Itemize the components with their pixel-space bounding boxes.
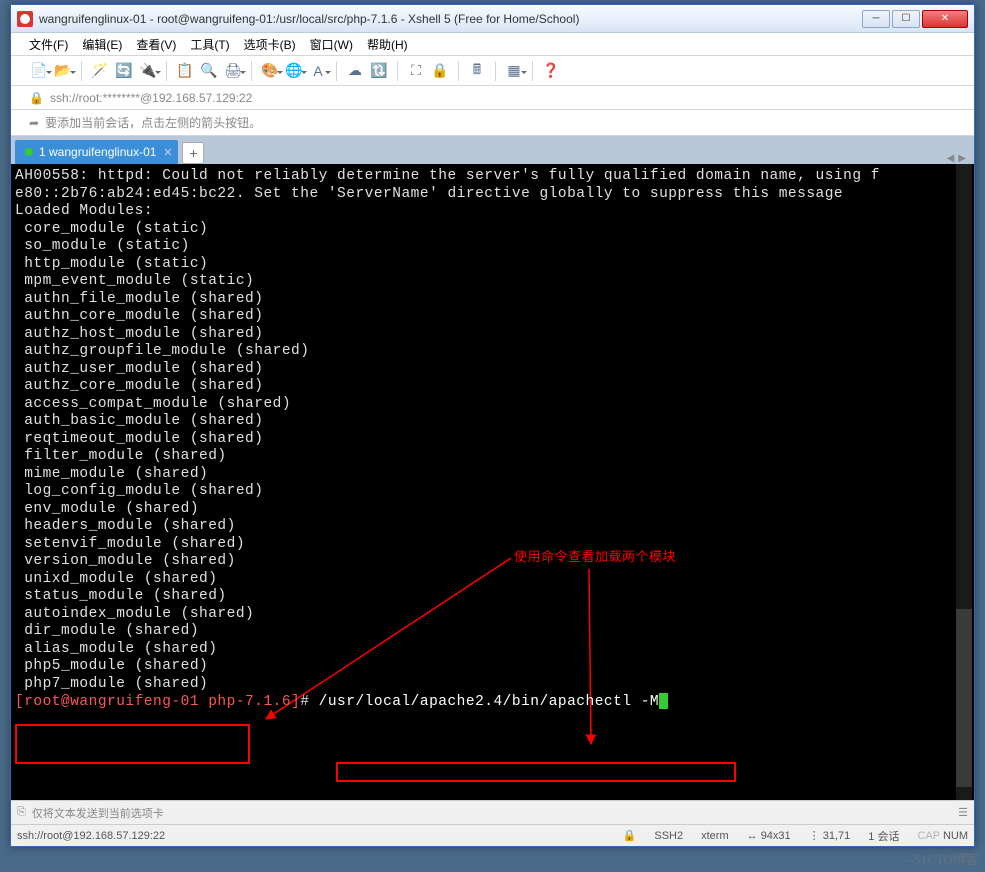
search-icon[interactable] [199,60,219,82]
close-button[interactable]: ✕ [922,10,968,28]
status-dot-icon [25,148,33,156]
properties-icon[interactable] [90,60,110,82]
status-lock-icon: 🔒 [623,829,637,842]
annotation-box-modules [15,724,250,764]
color-icon[interactable] [260,60,280,82]
lock-icon[interactable] [430,60,450,82]
reconnect-icon[interactable] [114,60,134,82]
cloud-icon[interactable] [345,60,365,82]
window-title: wangruifenglinux-01 - root@wangruifeng-0… [39,12,579,26]
gear-icon[interactable]: ☰ [958,806,968,819]
separator [251,61,252,81]
lock-icon: 🔒 [29,91,44,105]
separator [458,61,459,81]
separator [495,61,496,81]
tab-prev-icon[interactable]: ◀ [947,153,955,164]
tools-icon[interactable] [467,60,487,82]
hint-text: 要添加当前会话，点击左侧的箭头按钮。 [45,114,261,131]
disconnect-icon[interactable] [138,60,158,82]
hint-arrow-icon[interactable]: ➦ [29,116,39,130]
menu-help[interactable]: 帮助(H) [367,36,408,53]
status-size: ↔ 94x31 [747,830,791,842]
session-tab[interactable]: 1 wangruifenglinux-01 ✕ [15,140,178,164]
separator [532,61,533,81]
tab-label: 1 wangruifenglinux-01 [39,145,156,159]
address-bar: 🔒 ssh://root:********@192.168.57.129:22 [11,86,974,110]
menu-view[interactable]: 查看(V) [136,36,176,53]
maximize-button[interactable]: ☐ [892,10,920,28]
input-mode-icon[interactable]: ⎘ [17,806,26,819]
size-icon: ↔ [747,830,761,842]
menu-tabs[interactable]: 选项卡(B) [244,36,296,53]
pos-icon: ⋮ [809,830,823,842]
tab-nav: ◀ ▶ [947,153,974,164]
menu-edit[interactable]: 编辑(E) [82,36,122,53]
input-bar: ⎘ 仅将文本发送到当前选项卡 ☰ [11,800,974,824]
app-window: wangruifenglinux-01 - root@wangruifeng-0… [10,4,975,847]
tab-bar: 1 wangruifenglinux-01 ✕ + ◀ ▶ [11,136,974,164]
separator [166,61,167,81]
annotation-label: 使用命令查看加载两个模块 [514,548,676,566]
menu-window[interactable]: 窗口(W) [310,36,353,53]
watermark: --51CTO博客 [906,849,979,868]
minimize-button[interactable]: ─ [862,10,890,28]
help-icon[interactable] [541,60,561,82]
status-connection: ssh://root@192.168.57.129:22 [17,830,165,842]
menubar: 文件(F) 编辑(E) 查看(V) 工具(T) 选项卡(B) 窗口(W) 帮助(… [11,33,974,56]
status-ssh: SSH2 [654,830,683,842]
menu-tools[interactable]: 工具(T) [190,36,229,53]
annotation-box-command [336,762,736,782]
add-tab-button[interactable]: + [182,142,204,164]
hint-bar: ➦ 要添加当前会话，点击左侧的箭头按钮。 [11,110,974,136]
separator [397,61,398,81]
sync-icon[interactable] [369,60,389,82]
tab-close-icon[interactable]: ✕ [163,146,172,159]
titlebar[interactable]: wangruifenglinux-01 - root@wangruifeng-0… [11,5,974,33]
tab-next-icon[interactable]: ▶ [958,153,966,164]
new-session-icon[interactable] [29,60,49,82]
menu-file[interactable]: 文件(F) [29,36,68,53]
print-icon[interactable] [223,60,243,82]
input-placeholder[interactable]: 仅将文本发送到当前选项卡 [32,805,164,821]
separator [81,61,82,81]
status-sessions: 1 会话 [868,828,899,844]
status-term: xterm [701,830,729,842]
scrollbar-thumb[interactable] [956,609,972,787]
font-icon[interactable] [308,60,328,82]
ssh-url[interactable]: ssh://root:********@192.168.57.129:22 [50,91,252,105]
view-icon[interactable] [504,60,524,82]
toolbar [11,56,974,86]
app-icon [17,11,33,27]
fullscreen-icon[interactable] [406,60,426,82]
separator [336,61,337,81]
open-session-icon[interactable] [53,60,73,82]
copy-icon[interactable] [175,60,195,82]
terminal-output[interactable]: AH00558: httpd: Could not reliably deter… [11,164,974,800]
status-indicators: CAP NUM [917,830,968,842]
status-bar: ssh://root@192.168.57.129:22 🔒 SSH2 xter… [11,824,974,846]
encoding-icon[interactable] [284,60,304,82]
status-pos: ⋮ 31,71 [809,829,851,842]
